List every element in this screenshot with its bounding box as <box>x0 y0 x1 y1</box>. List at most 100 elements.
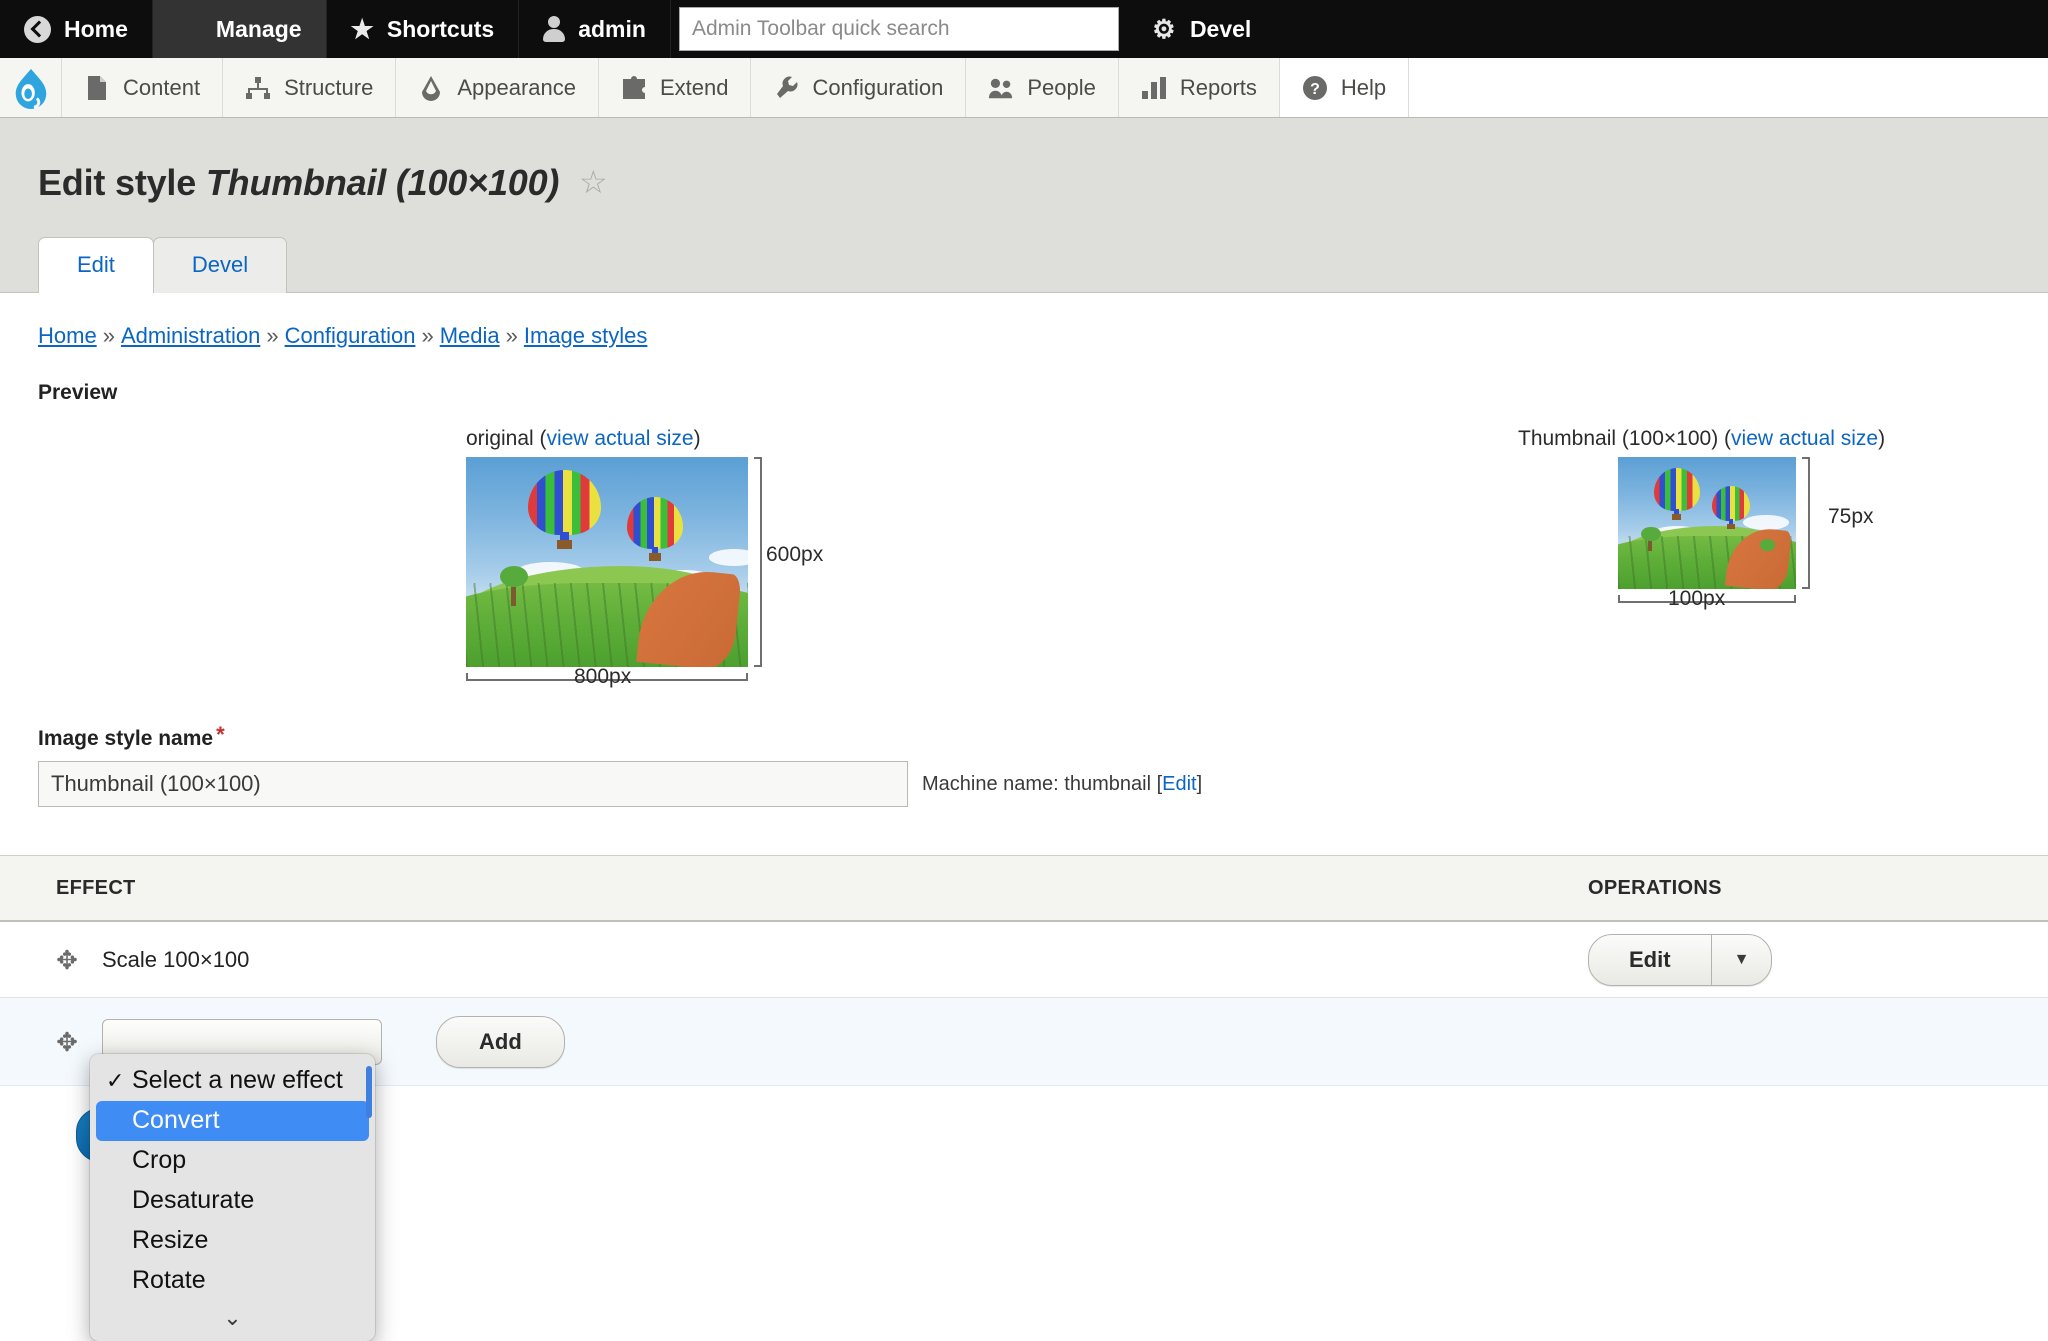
brush-icon <box>418 75 444 101</box>
select-option-resize[interactable]: ✓ Resize <box>96 1221 369 1261</box>
admin-menu-item-appearance-label: Appearance <box>457 74 576 100</box>
select-option-crop[interactable]: ✓ Crop <box>96 1141 369 1181</box>
breadcrumb-item-home[interactable]: Home <box>38 323 97 348</box>
toolbar-search-wrapper <box>671 0 1127 58</box>
star-outline-icon[interactable]: ☆ <box>579 163 608 201</box>
preview-original-height-label: 600px <box>766 543 824 566</box>
machine-name-suffix: ] <box>1196 772 1203 795</box>
select-option-select-a-new-effect[interactable]: ✓ Select a new effect <box>96 1061 369 1101</box>
admin-menu-bar: Content Structure Appearance Extend Conf… <box>0 58 2048 118</box>
select-option-desaturate[interactable]: ✓ Desaturate <box>96 1181 369 1221</box>
tab-devel-label: Devel <box>191 252 249 277</box>
toolbar-item-shortcuts-label: Shortcuts <box>386 15 495 42</box>
preview-original-image-wrap <box>466 457 762 681</box>
chevron-down-icon[interactable]: ⌄ <box>90 1301 375 1341</box>
preview-derived-image-wrap <box>1618 457 1810 603</box>
puzzle-icon <box>621 75 647 101</box>
breadcrumb-item-image-styles[interactable]: Image styles <box>524 323 648 348</box>
admin-menu-item-reports[interactable]: Reports <box>1119 58 1280 117</box>
operations-cell: Edit ▼ <box>1588 933 2048 986</box>
toolbar-item-shortcuts[interactable]: ★ Shortcuts <box>327 0 520 58</box>
select-option-rotate[interactable]: ✓ Rotate <box>96 1261 369 1301</box>
preview-original-image[interactable] <box>466 457 748 667</box>
bar-chart-icon <box>1141 75 1167 101</box>
breadcrumb-item-configuration[interactable]: Configuration <box>285 323 416 348</box>
balloon-large <box>1653 467 1700 523</box>
svg-text:?: ? <box>1310 81 1320 98</box>
select-option-label: Rotate <box>132 1266 206 1294</box>
admin-menu-item-structure[interactable]: Structure <box>223 58 397 117</box>
preview-derived-caption: Thumbnail (100×100) (view actual size) <box>1518 427 1886 450</box>
view-actual-size-link-derived[interactable]: view actual size <box>1731 427 1878 450</box>
page-title-prefix: Edit style <box>38 162 197 203</box>
person-icon <box>543 16 566 42</box>
preview-derived-name: Thumbnail (100×100) <box>1518 427 1719 450</box>
structure-icon <box>245 75 271 101</box>
gear-icon: ⚙ <box>1152 14 1176 44</box>
edit-button[interactable]: Edit <box>1589 935 1711 985</box>
add-button[interactable]: Add <box>436 1015 565 1068</box>
new-effect-select-popup[interactable]: ✓ Select a new effect ✓ Convert ✓ Crop ✓… <box>90 1054 375 1341</box>
drag-handle-icon[interactable]: ✥ <box>56 1029 78 1055</box>
tab-edit-label: Edit <box>77 252 115 277</box>
main-content: Home» Administration» Configuration» Media»… <box>0 293 2048 1162</box>
admin-menu-item-structure-label: Structure <box>284 74 374 100</box>
height-bracket-derived <box>1802 457 1810 589</box>
admin-menu-item-people-label: People <box>1027 74 1096 100</box>
breadcrumb-item-media[interactable]: Media <box>440 323 500 348</box>
admin-menu-item-extend[interactable]: Extend <box>599 58 752 117</box>
admin-menu-item-appearance[interactable]: Appearance <box>396 58 599 117</box>
breadcrumb-item-administration[interactable]: Administration <box>121 323 260 348</box>
table-row: ✥ Scale 100×100 Edit ▼ <box>0 922 2048 998</box>
preview-section-label: Preview <box>38 381 118 404</box>
preview-derived-width-label: 100px <box>1668 587 1726 610</box>
primary-tabs: Edit Devel <box>0 204 2048 293</box>
breadcrumb-separator: » <box>421 323 434 348</box>
machine-name-edit-link[interactable]: Edit <box>1162 773 1196 795</box>
admin-menu-filler <box>1409 58 2048 117</box>
toolbar-item-home[interactable]: Home <box>0 0 153 58</box>
image-style-name-row: Machine name: thumbnail [Edit] <box>38 761 2010 807</box>
drupal-drop-icon <box>15 68 46 109</box>
preview-derived: Thumbnail (100×100) (view actual size) 7… <box>1518 427 1886 610</box>
admin-menu-item-people[interactable]: People <box>966 58 1119 117</box>
wrench-icon <box>773 75 799 101</box>
admin-menu-item-content-label: Content <box>123 74 201 100</box>
drag-handle-icon[interactable]: ✥ <box>56 947 78 973</box>
preview-derived-image[interactable] <box>1618 457 1796 589</box>
tab-devel[interactable]: Devel <box>152 237 288 293</box>
preview-original-caption: original (view actual size) <box>466 427 701 450</box>
machine-name-text: Machine name: thumbnail [ <box>922 772 1163 795</box>
select-option-label: Crop <box>132 1146 187 1174</box>
page-header: Edit style Thumbnail (100×100) ☆ Edit De… <box>0 118 2048 293</box>
admin-menu-item-extend-label: Extend <box>659 74 729 100</box>
preview-original-name: original <box>466 427 534 450</box>
toolbar-item-manage[interactable]: Manage <box>152 0 327 58</box>
search-input[interactable] <box>678 7 1119 51</box>
admin-menu-item-configuration[interactable]: Configuration <box>751 58 967 117</box>
toolbar-item-devel[interactable]: ⚙ Devel <box>1127 0 1275 58</box>
toolbar-item-account[interactable]: admin <box>519 0 671 58</box>
column-header-effect: EFFECT <box>56 876 136 899</box>
admin-menu-item-help[interactable]: ? Help <box>1279 58 1410 117</box>
image-style-name-input[interactable] <box>38 761 908 807</box>
admin-menu-item-configuration-label: Configuration <box>812 74 944 100</box>
chevron-down-icon[interactable]: ▼ <box>1710 934 1772 985</box>
file-icon <box>84 75 110 101</box>
drupal-logo[interactable] <box>0 58 62 117</box>
required-marker: * <box>216 722 225 747</box>
view-actual-size-link-original[interactable]: view actual size <box>547 427 694 450</box>
star-icon: ★ <box>350 14 374 44</box>
tab-edit[interactable]: Edit <box>38 237 154 293</box>
breadcrumb-separator: » <box>102 323 115 348</box>
preview-original: original (view actual size) 600px 800px <box>466 427 823 688</box>
edit-dropbutton[interactable]: Edit ▼ <box>1588 933 1773 986</box>
admin-menu-item-content[interactable]: Content <box>62 58 224 117</box>
select-option-label: Convert <box>132 1106 220 1134</box>
toolbar-item-devel-label: Devel <box>1189 15 1252 42</box>
admin-menu-item-reports-label: Reports <box>1179 74 1257 100</box>
hamburger-icon <box>177 17 203 41</box>
select-option-convert[interactable]: ✓ Convert <box>96 1101 369 1141</box>
popup-scrollbar[interactable] <box>366 1066 372 1118</box>
